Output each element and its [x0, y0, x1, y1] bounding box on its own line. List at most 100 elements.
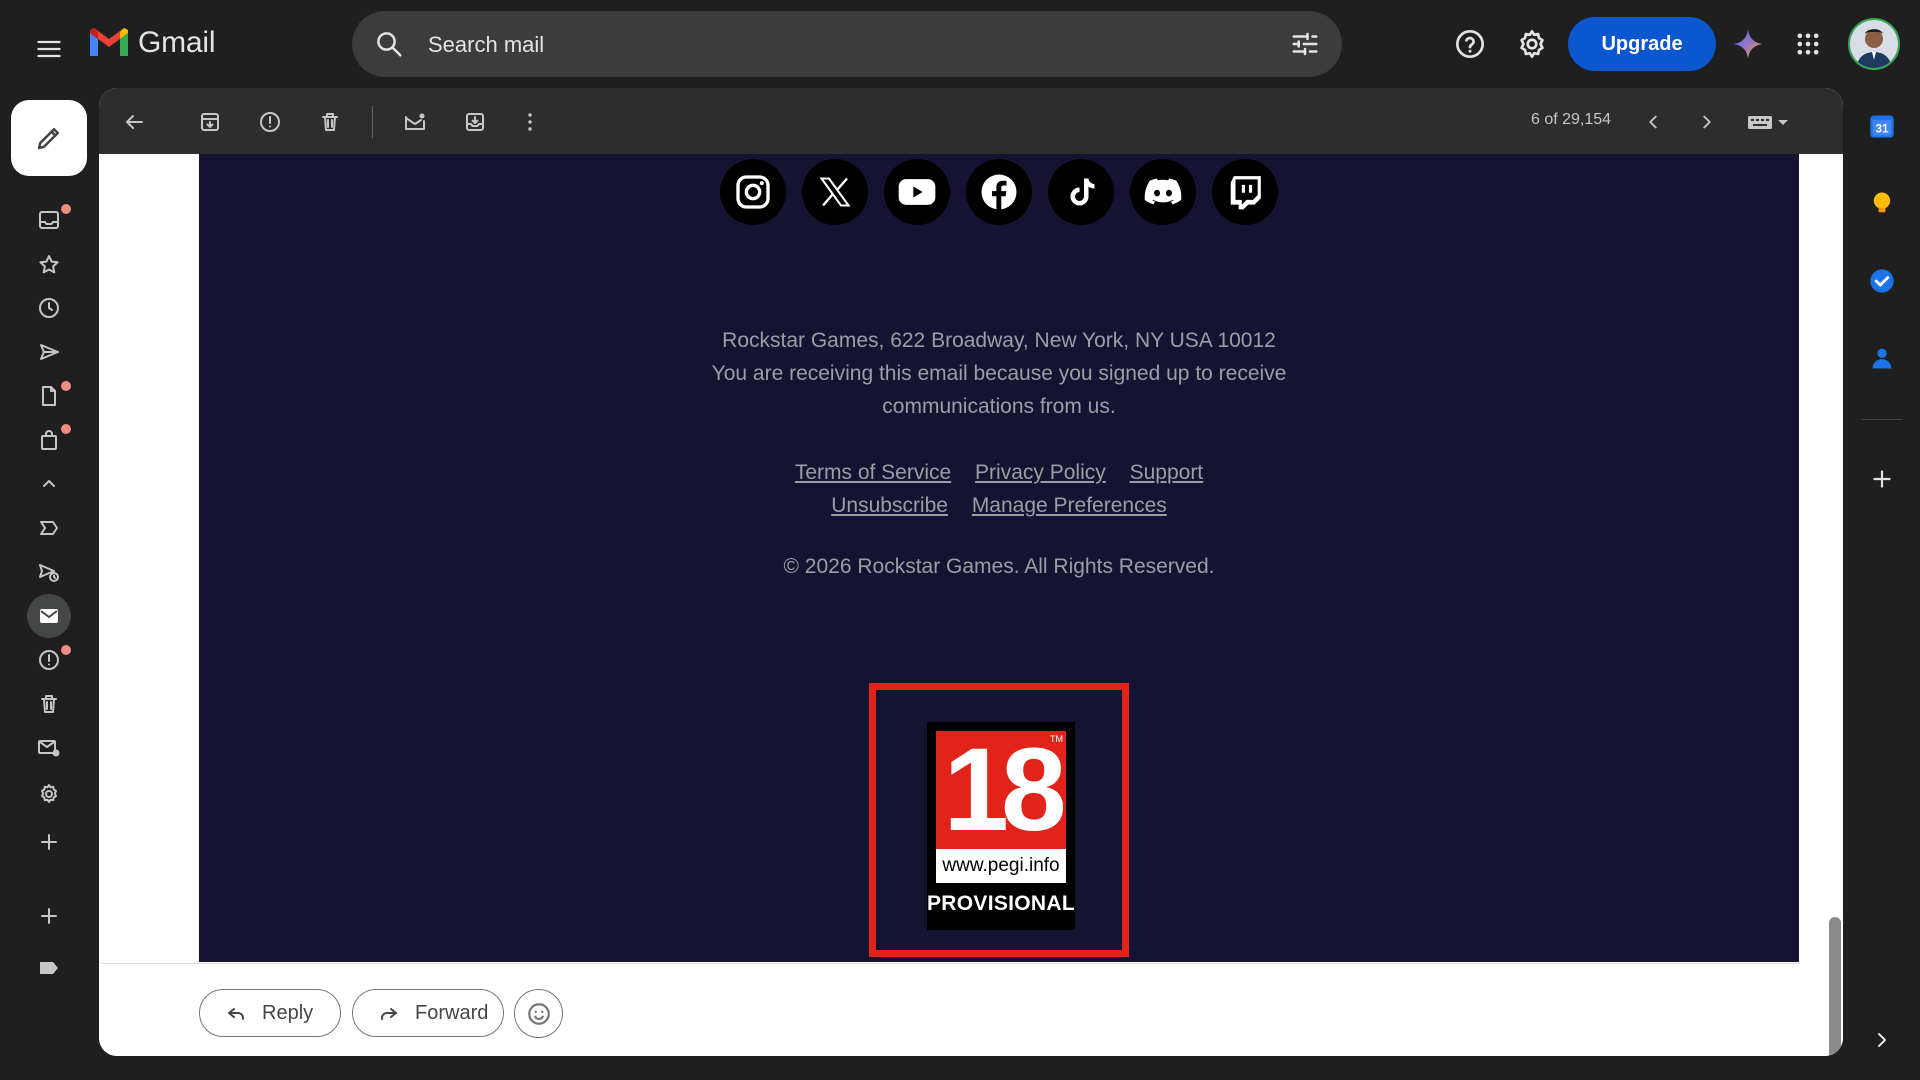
sent-nav[interactable]	[27, 330, 71, 374]
input-tools-button[interactable]	[1744, 105, 1796, 139]
schedule-send-icon	[39, 564, 59, 582]
privacy-link[interactable]: Privacy Policy	[975, 461, 1106, 484]
emoji-reaction-button[interactable]	[514, 989, 563, 1038]
pegi-age-box: 18 TM	[936, 725, 1067, 855]
x-icon	[819, 177, 851, 207]
top-bar: Gmail Upgrade	[0, 0, 1920, 88]
mark-unread-button[interactable]	[398, 105, 432, 139]
chevron-up-icon	[43, 480, 55, 487]
message-card: 6 of 29,154 Rockstar Games, 622 Broadway…	[99, 88, 1843, 1056]
shopping-bag-icon	[41, 430, 57, 450]
keep-app-button[interactable]	[1862, 183, 1902, 223]
gmail-logo[interactable]: Gmail	[88, 26, 216, 60]
label-nav[interactable]	[27, 946, 71, 990]
keyboard-icon	[1748, 116, 1788, 129]
contacts-app-button[interactable]	[1862, 338, 1902, 378]
tasks-app-button[interactable]	[1862, 261, 1902, 301]
unsubscribe-link[interactable]: Unsubscribe	[831, 494, 948, 517]
scrollbar-thumb[interactable]	[1829, 917, 1841, 1056]
label-important-icon	[40, 521, 58, 535]
toolbar-separator	[372, 106, 373, 138]
compose-button[interactable]	[11, 100, 87, 176]
archive-button[interactable]	[193, 105, 227, 139]
archive-icon	[201, 113, 219, 131]
move-to-button[interactable]	[458, 105, 492, 139]
less-nav[interactable]	[27, 462, 71, 506]
tiktok-link[interactable]	[1048, 159, 1114, 225]
plus-icon	[41, 908, 57, 924]
twitch-link[interactable]	[1212, 159, 1278, 225]
plus-icon	[1873, 470, 1891, 488]
more-options-button[interactable]	[513, 105, 547, 139]
terms-link[interactable]: Terms of Service	[795, 461, 951, 484]
important-nav[interactable]	[27, 506, 71, 550]
gemini-button[interactable]	[1726, 22, 1770, 66]
get-addons-button[interactable]	[1862, 459, 1902, 499]
older-button[interactable]	[1690, 105, 1724, 139]
manage-subscriptions-nav[interactable]	[27, 726, 71, 770]
add-label-button[interactable]	[27, 894, 71, 938]
inbox-icon	[39, 211, 59, 229]
main-menu-button[interactable]	[26, 26, 72, 72]
message-divider	[99, 963, 1799, 964]
forward-arrow-icon	[381, 1008, 397, 1020]
search-input[interactable]	[426, 11, 1250, 79]
youtube-link[interactable]	[884, 159, 950, 225]
snoozed-nav[interactable]	[27, 286, 71, 330]
move-to-inbox-icon	[466, 113, 484, 131]
starred-nav[interactable]	[27, 243, 71, 287]
help-icon	[1456, 30, 1484, 58]
forward-button[interactable]: Forward	[352, 989, 504, 1037]
upgrade-button[interactable]: Upgrade	[1568, 17, 1716, 71]
manage-preferences-link[interactable]: Manage Preferences	[972, 494, 1167, 517]
keep-bulb-icon	[1873, 192, 1891, 213]
pegi-trademark: TM	[1050, 734, 1063, 744]
account-avatar[interactable]	[1848, 18, 1900, 70]
calendar-app-button[interactable]: 31	[1862, 106, 1902, 146]
contacts-person-icon	[1872, 348, 1892, 369]
arrow-back-icon	[126, 115, 143, 129]
tiktok-icon	[1070, 178, 1095, 206]
copyright-text: © 2026 Rockstar Games. All Rights Reserv…	[783, 555, 1215, 578]
trash-nav[interactable]	[27, 682, 71, 726]
manage-labels-nav[interactable]	[27, 772, 71, 816]
trash-icon	[322, 113, 338, 131]
company-address: Rockstar Games, 622 Broadway, New York, …	[722, 329, 1276, 352]
email-body: Rockstar Games, 622 Broadway, New York, …	[199, 154, 1799, 962]
hamburger-menu-icon	[37, 40, 61, 58]
settings-button[interactable]	[1510, 22, 1554, 66]
google-apps-button[interactable]	[1786, 22, 1830, 66]
search-icon[interactable]	[374, 29, 404, 59]
message-scrollbar[interactable]	[1823, 154, 1843, 1056]
star-icon	[39, 255, 59, 274]
reply-button[interactable]: Reply	[199, 989, 341, 1037]
all-mail-nav[interactable]	[27, 594, 71, 638]
back-button[interactable]	[117, 105, 151, 139]
subscription-notice-line1: You are receiving this email because you…	[711, 362, 1287, 385]
report-spam-button[interactable]	[253, 105, 287, 139]
plus-icon	[41, 834, 57, 850]
newer-button[interactable]	[1636, 105, 1670, 139]
delete-button[interactable]	[313, 105, 347, 139]
show-side-panel-button[interactable]	[1862, 1020, 1902, 1060]
side-panel-separator	[1862, 419, 1902, 420]
search-bar[interactable]	[352, 11, 1342, 79]
footer-links: Terms of Service Privacy Policy Support …	[199, 456, 1799, 522]
instagram-link[interactable]	[720, 159, 786, 225]
instagram-icon	[736, 175, 770, 209]
x-link[interactable]	[802, 159, 868, 225]
support-link[interactable]: Support	[1130, 461, 1204, 484]
more-vert-icon	[528, 113, 532, 131]
trash-icon	[41, 695, 57, 713]
discord-link[interactable]	[1130, 159, 1196, 225]
help-button[interactable]	[1448, 22, 1492, 66]
facebook-link[interactable]	[966, 159, 1032, 225]
spam-icon	[39, 650, 59, 670]
search-options-icon[interactable]	[1290, 29, 1320, 59]
create-label-nav[interactable]	[27, 820, 71, 864]
calendar-day: 31	[1876, 122, 1889, 135]
subscription-notice-line2: communications from us.	[882, 395, 1116, 418]
drafts-dot	[61, 381, 71, 391]
scheduled-nav[interactable]	[27, 550, 71, 594]
discord-icon	[1144, 178, 1182, 205]
